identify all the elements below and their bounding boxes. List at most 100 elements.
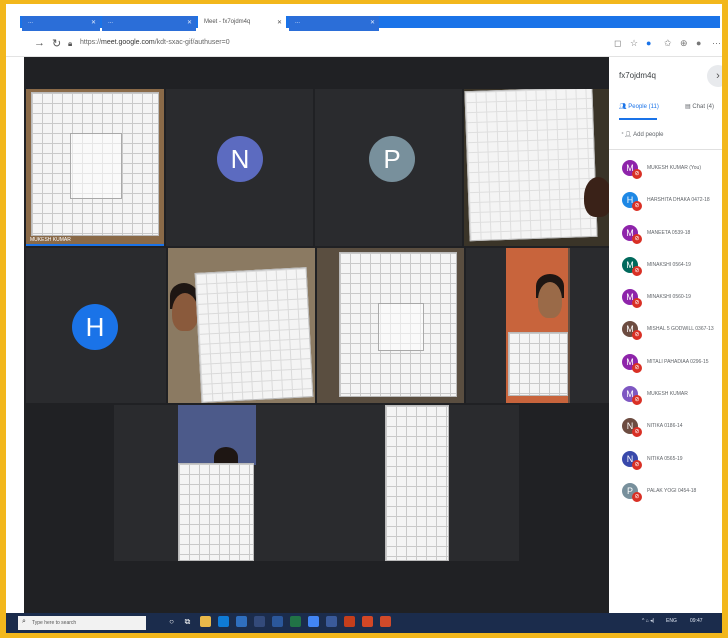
participant-row[interactable]: N ⊘ NITIKA 0565-19 [609, 448, 722, 480]
search-placeholder: Type here to search [32, 620, 77, 626]
avatar-initial: P [383, 144, 401, 174]
grid-lines [509, 333, 567, 395]
active-tab-indicator [619, 118, 657, 120]
close-tab-icon[interactable]: ✕ [370, 19, 375, 26]
mail-icon[interactable] [236, 616, 247, 627]
browser-tab-2[interactable]: ... ✕ [102, 16, 196, 31]
browser-tab-strip: ... ✕ ... ✕ Meet - fx7ojdm4q ✕ ... ✕ [6, 4, 722, 31]
mic-off-icon: ⊘ [632, 395, 642, 406]
reload-icon[interactable]: ↻ [52, 37, 61, 50]
tray-icons[interactable]: ^ ⌂ ◂) [642, 618, 654, 624]
collections-icon[interactable]: ⊕ [680, 38, 688, 49]
participant-name: NITIKA 0565-19 [647, 455, 683, 462]
tab-label: ... [108, 19, 114, 25]
cortana-icon[interactable]: ○ [166, 616, 177, 627]
face [538, 282, 562, 318]
tab-people[interactable]: 👥︎ People (11) [619, 103, 659, 110]
drawing-paper [178, 463, 254, 561]
grid-lines [465, 89, 597, 241]
drawing-inner-box [378, 303, 424, 351]
close-tab-icon[interactable]: ✕ [187, 19, 192, 26]
grid-lines [179, 464, 253, 560]
add-people-button[interactable]: ⁺👤︎ Add people [621, 131, 664, 138]
mic-off-icon: ⊘ [632, 298, 642, 309]
avatar: P [369, 136, 415, 182]
participant-row[interactable]: M ⊘ MISHAL 5 GODWILL 0367-13 [609, 318, 722, 350]
close-tab-icon[interactable]: ✕ [277, 19, 282, 26]
avatar-initial: H [85, 312, 105, 342]
tab-chat[interactable]: ▤ Chat (4) [685, 103, 714, 110]
app-icon[interactable] [362, 616, 373, 627]
screenshot-frame: ... ✕ ... ✕ Meet - fx7ojdm4q ✕ ... ✕ → ↻ 🔒︎ … [6, 4, 722, 633]
task-view-icon[interactable]: ⧉ [182, 616, 193, 627]
url-path: /kdt-sxac-gif/authuser=0 [154, 39, 230, 46]
tile-margin [466, 248, 506, 403]
video-tile-7[interactable] [317, 248, 464, 403]
people-icon: 👥︎ [619, 104, 627, 110]
star-icon[interactable]: ☆ [630, 38, 638, 49]
video-tile-mukesh[interactable]: MUKESH KUMAR [26, 89, 164, 246]
people-panel: fx7ojdm4q › 👥︎ People (11) ▤ Chat (4) ⁺👤… [609, 57, 722, 613]
participant-row[interactable]: H ⊘ HARSHITA DHAKA 0472-18 [609, 189, 722, 221]
participant-row[interactable]: M ⊘ MANEETA 0539-18 [609, 222, 722, 254]
video-tile-6[interactable] [168, 248, 315, 403]
participant-row[interactable]: M ⊘ MUKESH KUMAR (You) [609, 157, 722, 189]
panel-divider [609, 149, 722, 150]
avatar: N [217, 136, 263, 182]
mic-off-icon: ⊘ [632, 459, 642, 470]
video-tile-4[interactable] [464, 89, 609, 246]
browser-tab-4[interactable]: ... ✕ [289, 16, 379, 31]
forward-arrow-icon[interactable]: → [34, 37, 45, 49]
url-prefix: https:// [80, 39, 102, 46]
clock[interactable]: 09:47 [690, 618, 703, 624]
tile-name-caption: MUKESH KUMAR [30, 237, 71, 243]
mic-off-icon: ⊘ [632, 169, 642, 179]
video-tile-n[interactable]: N [166, 89, 313, 246]
participant-name: MUKESH KUMAR (You) [647, 165, 701, 171]
close-tab-icon[interactable]: ✕ [91, 19, 96, 26]
favorites-icon[interactable]: ✩ [664, 38, 672, 49]
video-tile-9[interactable] [114, 405, 256, 561]
add-people-label: Add people [633, 132, 664, 138]
participant-row[interactable]: M ⊘ MUKESH KUMAR [609, 383, 722, 415]
word-icon[interactable] [272, 616, 283, 627]
windows-taskbar: ⌕ Type here to search ○ ⧉ ^ ⌂ ◂) ENG 09:4… [6, 613, 722, 633]
video-tile-10[interactable] [383, 405, 519, 561]
chevron-right-icon[interactable]: › [707, 65, 722, 87]
profile-icon[interactable]: ● [696, 38, 701, 48]
video-tile-8[interactable] [466, 248, 609, 403]
more-icon[interactable]: ⋯ [712, 38, 721, 49]
participant-row[interactable]: M ⊘ MINAKSHI 0564-19 [609, 254, 722, 286]
file-explorer-icon[interactable] [200, 616, 211, 627]
app-icon[interactable] [380, 616, 391, 627]
browser-tab-1[interactable]: ... ✕ [22, 16, 100, 31]
extension-icon[interactable]: ● [646, 38, 651, 48]
participant-row[interactable]: M ⊘ MITALI PAHADIAA 0296-15 [609, 351, 722, 383]
url-field[interactable]: https://meet.google.com/kdt-sxac-gif/aut… [80, 39, 230, 46]
participant-name: PALAK YOGI 0454-18 [647, 487, 697, 494]
store-icon[interactable] [254, 616, 265, 627]
address-bar: → ↻ 🔒︎ https://meet.google.com/kdt-sxac-… [6, 31, 722, 57]
hand [584, 177, 609, 217]
participant-row[interactable]: M ⊘ MINAKSHI 0560-19 [609, 286, 722, 318]
participant-name: MITALI PAHADIAA 0296-15 [647, 358, 709, 365]
mic-off-icon: ⊘ [632, 265, 642, 276]
active-speaker-bar [26, 244, 164, 246]
video-tile-p[interactable]: P [315, 89, 462, 246]
meet-video-grid: MUKESH KUMAR N P H [24, 57, 609, 613]
edge-icon[interactable] [218, 616, 229, 627]
taskbar-search[interactable]: ⌕ Type here to search [18, 616, 146, 630]
participant-row[interactable]: N ⊘ NITIKA 0186-14 [609, 415, 722, 447]
lock-icon: 🔒︎ [68, 39, 73, 48]
browser-tab-meet[interactable]: Meet - fx7ojdm4q ✕ [198, 16, 286, 31]
app-icon[interactable] [326, 616, 337, 627]
excel-icon[interactable] [290, 616, 301, 627]
participant-row[interactable]: P ⊘ PALAK YOGI 0454-18 [609, 480, 722, 512]
language-indicator[interactable]: ENG [666, 618, 677, 624]
video-tile-h[interactable]: H [26, 248, 166, 403]
chrome-icon[interactable] [308, 616, 319, 627]
video-tile-empty[interactable] [256, 405, 398, 561]
camera-icon[interactable]: ◻ [614, 38, 621, 49]
powerpoint-icon[interactable] [344, 616, 355, 627]
mic-off-icon: ⊘ [632, 330, 642, 341]
